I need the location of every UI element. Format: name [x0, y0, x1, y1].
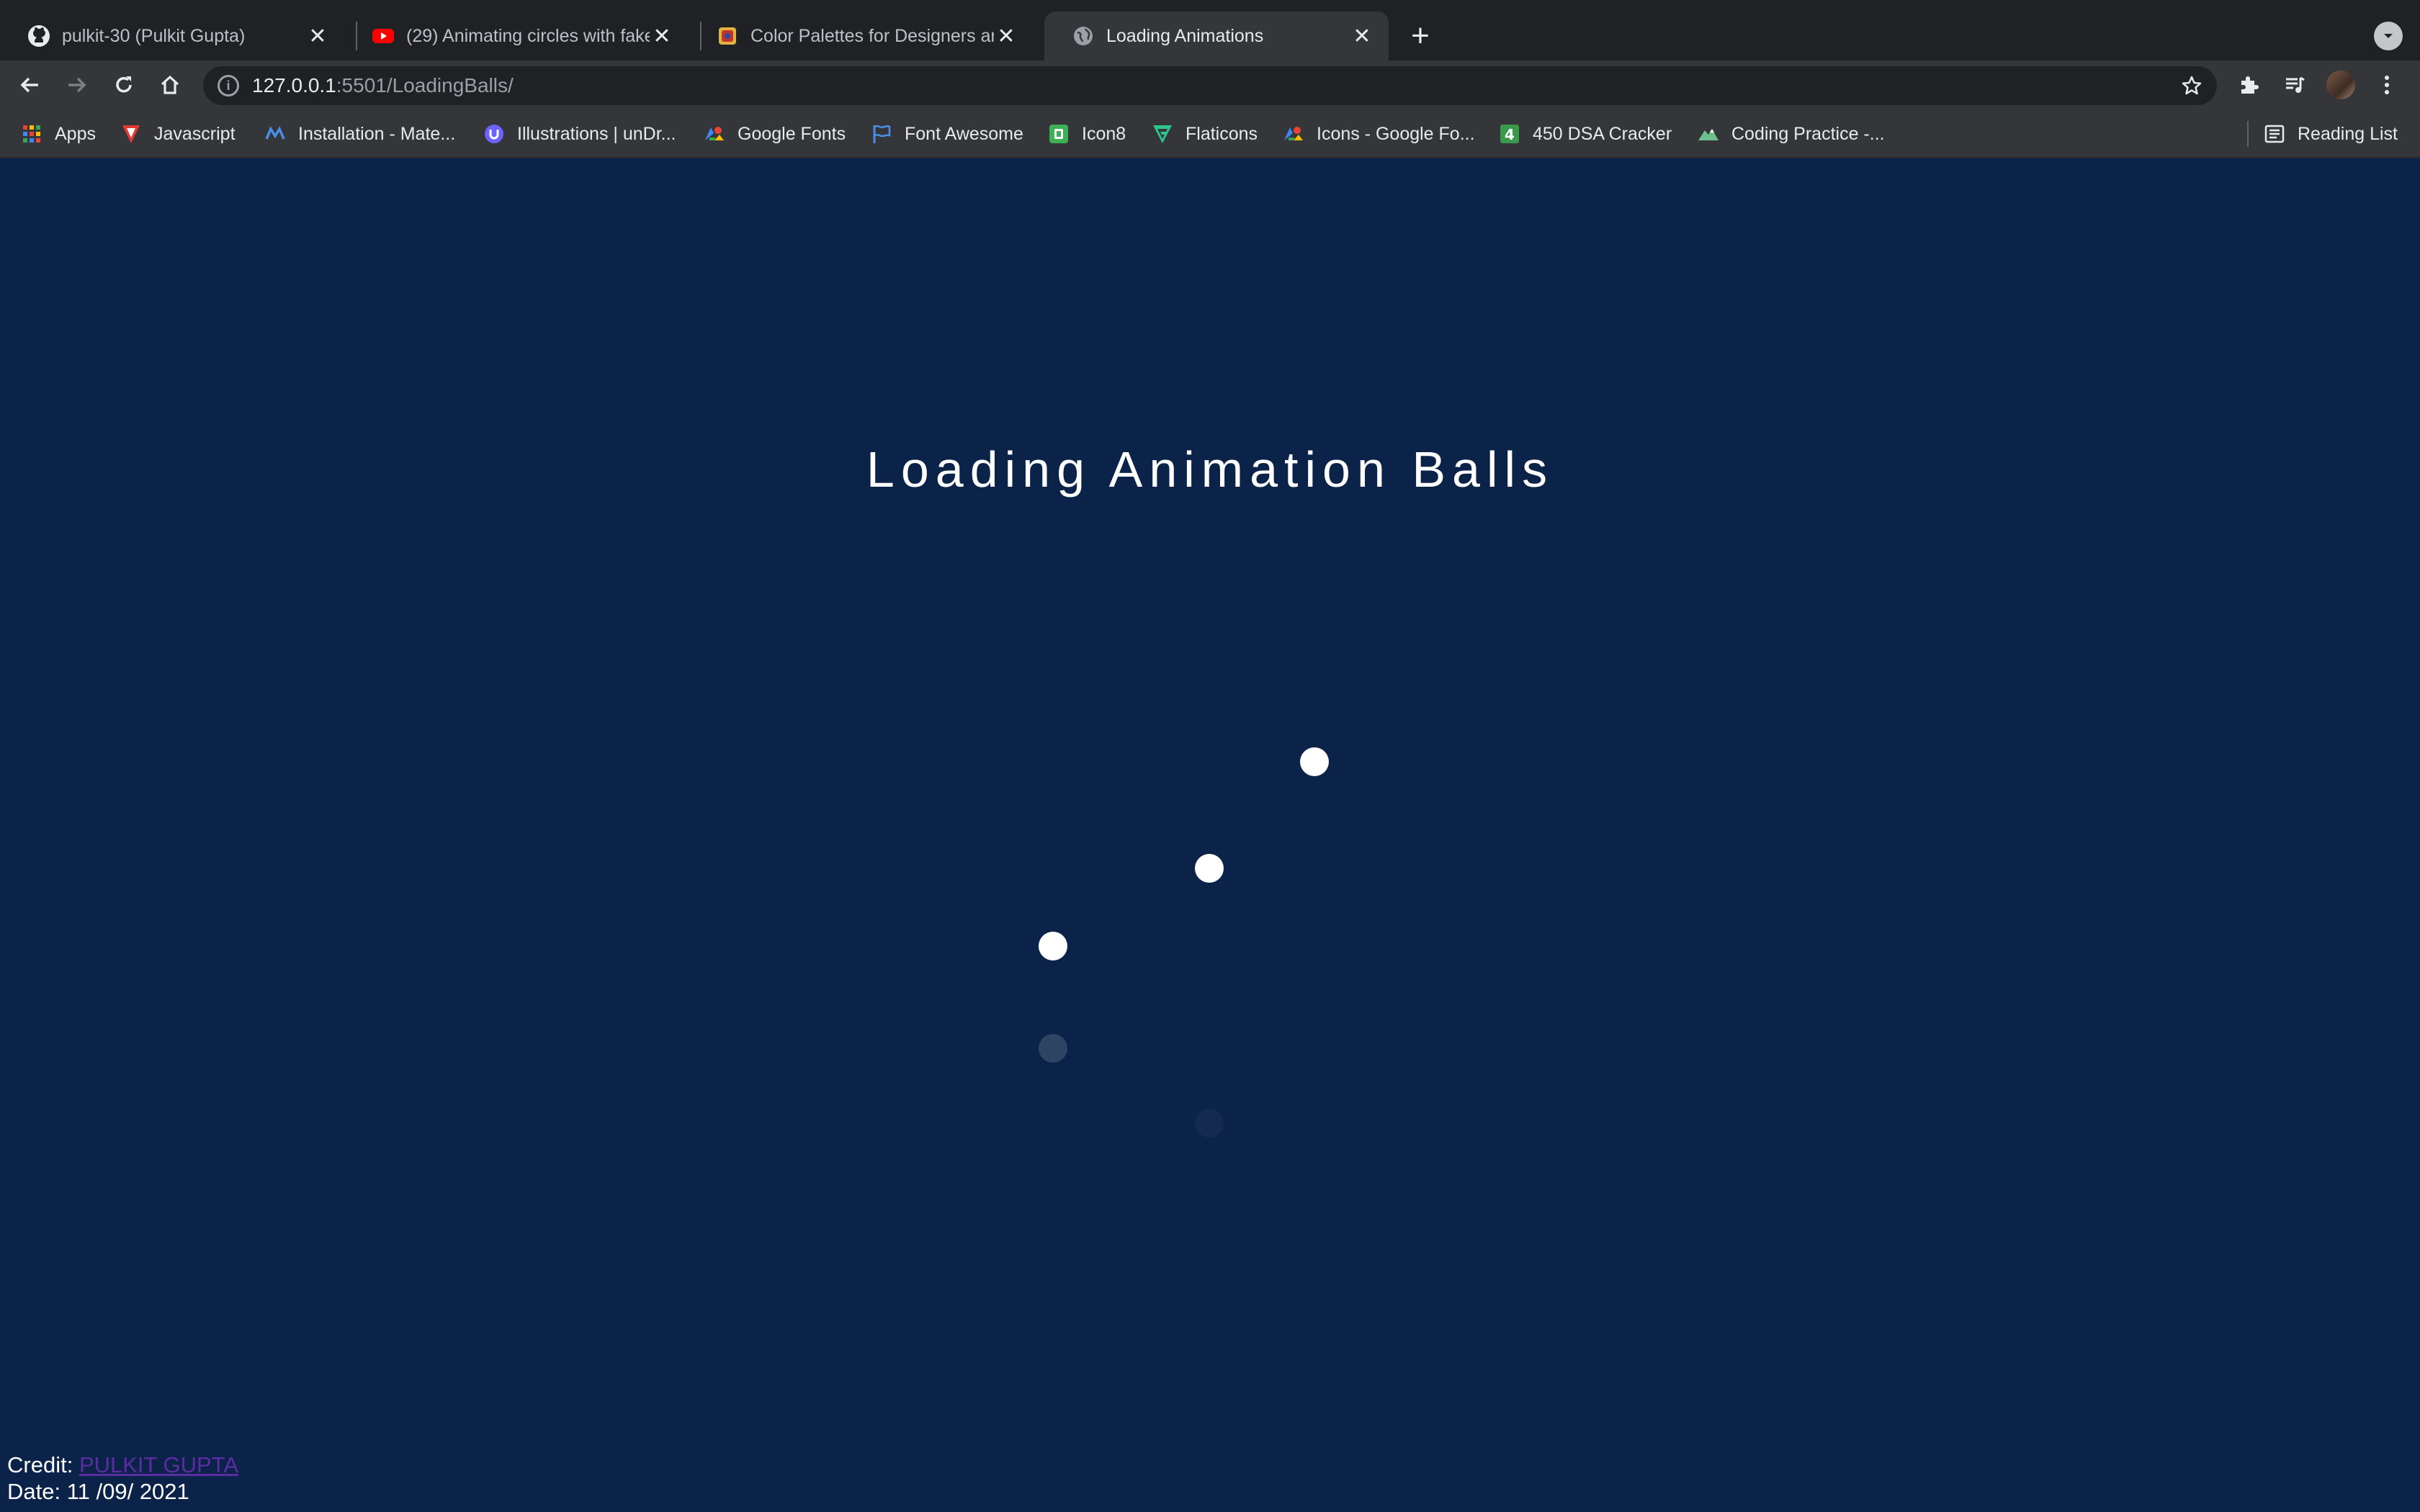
- palette-icon: [716, 24, 739, 48]
- close-icon[interactable]: ✕: [650, 24, 674, 48]
- bookmark-label: Flaticons: [1186, 123, 1258, 144]
- icon8-icon: [1047, 122, 1070, 145]
- browser-toolbar: i 127.0.0.1:5501/LoadingBalls/: [0, 60, 2420, 109]
- flaticon-icon: [1151, 122, 1174, 145]
- coding-practice-icon: [1697, 122, 1720, 145]
- bookmarks-bar: Apps Javascript Installation - Mate... I…: [0, 109, 2420, 158]
- browser-menu-button[interactable]: [2368, 66, 2406, 104]
- reload-icon: [116, 76, 132, 93]
- avatar: [2326, 71, 2355, 99]
- url-path: :5501/LoadingBalls/: [336, 74, 514, 96]
- bookmark-label: Coding Practice -...: [1731, 123, 1885, 144]
- url-host: 127.0.0.1: [252, 74, 336, 96]
- arrow-right-icon: [68, 77, 86, 93]
- bookmark-label: Google Fonts: [738, 123, 846, 144]
- loading-ball: [1039, 932, 1067, 960]
- bookmark-icon8[interactable]: Icon8: [1047, 120, 1126, 148]
- bookmark-font-awesome[interactable]: Font Awesome: [870, 120, 1023, 148]
- forward-button[interactable]: [58, 66, 95, 104]
- arrow-left-icon: [20, 77, 38, 93]
- bookmark-javascript[interactable]: Javascript: [120, 120, 236, 148]
- bookmark-label: Icons - Google Fo...: [1317, 123, 1475, 144]
- profile-button[interactable]: [2322, 66, 2360, 104]
- github-icon: [27, 24, 50, 48]
- credit-line: Credit: PULKIT GUPTA: [7, 1452, 238, 1478]
- tab-title: pulkit-30 (Pulkit Gupta): [62, 25, 246, 46]
- bookmark-star-icon[interactable]: [2179, 73, 2204, 98]
- close-icon[interactable]: ✕: [305, 24, 330, 48]
- reading-list-icon: [2263, 122, 2286, 145]
- bookmark-google-fonts[interactable]: Google Fonts: [703, 120, 846, 148]
- loading-ball: [1039, 1034, 1067, 1063]
- tab-strip: pulkit-30 (Pulkit Gupta) ✕ (29) Animatin…: [0, 0, 2420, 60]
- tab-loading-animations[interactable]: Loading Animations ✕: [1044, 12, 1389, 60]
- dsa-cracker-icon: 4: [1498, 122, 1521, 145]
- bookmark-apps[interactable]: Apps: [20, 120, 96, 148]
- home-icon: [161, 75, 179, 94]
- reading-list-label: Reading List: [2298, 123, 2398, 144]
- javascript-icon: [120, 122, 143, 145]
- home-button[interactable]: [151, 66, 189, 104]
- tab-title: (29) Animating circles with fake: [406, 25, 650, 46]
- playlist-music-icon: [2286, 76, 2305, 93]
- date-line: Date: 11 /09/ 2021: [7, 1479, 189, 1504]
- close-icon[interactable]: ✕: [1350, 24, 1374, 48]
- loading-ball: [1300, 747, 1329, 776]
- bookmark-label: Illustrations | unDr...: [517, 123, 676, 144]
- google-fonts-icon: [703, 122, 726, 145]
- back-button[interactable]: [12, 66, 49, 104]
- page-content: Loading Animation Balls Credit: PULKIT G…: [0, 158, 2420, 1512]
- url-text: 127.0.0.1:5501/LoadingBalls/: [252, 74, 514, 97]
- svg-text:4: 4: [1505, 126, 1515, 143]
- credit-block: Credit: PULKIT GUPTA Date: 11 /09/ 2021: [7, 1452, 238, 1505]
- tab-search-button[interactable]: [2374, 22, 2403, 50]
- loading-ball: [1195, 1109, 1224, 1138]
- extensions-button[interactable]: [2230, 66, 2267, 104]
- address-bar[interactable]: i 127.0.0.1:5501/LoadingBalls/: [203, 66, 2217, 105]
- tab-title: Color Palettes for Designers and: [750, 25, 994, 46]
- bookmark-label: Installation - Mate...: [298, 123, 456, 144]
- bookmark-flaticons[interactable]: Flaticons: [1151, 120, 1258, 148]
- chevron-down-icon: [2384, 34, 2393, 38]
- page-title: Loading Animation Balls: [866, 441, 1554, 498]
- media-control-button[interactable]: [2276, 66, 2313, 104]
- bookmark-label: Icon8: [1082, 123, 1126, 144]
- new-tab-button[interactable]: +: [1403, 18, 1438, 53]
- credit-label: Credit:: [7, 1452, 73, 1477]
- bookmark-label: Javascript: [154, 123, 236, 144]
- globe-icon: [1072, 24, 1095, 48]
- youtube-icon: [372, 24, 395, 48]
- tab-github[interactable]: pulkit-30 (Pulkit Gupta) ✕: [0, 12, 344, 60]
- bookmark-label: Apps: [55, 123, 96, 144]
- close-icon[interactable]: ✕: [994, 24, 1018, 48]
- material-icon: [264, 122, 287, 145]
- bookmark-installation-material[interactable]: Installation - Mate...: [264, 120, 455, 148]
- bookmark-label: 450 DSA Cracker: [1533, 123, 1672, 144]
- bookmark-label: Font Awesome: [905, 123, 1023, 144]
- puzzle-piece-icon: [2241, 76, 2259, 94]
- info-icon[interactable]: i: [218, 75, 239, 96]
- bookmark-icons-google-fonts[interactable]: Icons - Google Fo...: [1282, 120, 1475, 148]
- font-awesome-icon: [870, 122, 893, 145]
- bookmarks-separator: [2247, 121, 2249, 147]
- bookmark-illustrations-undraw[interactable]: Illustrations | unDr...: [483, 120, 676, 148]
- kebab-menu-icon: [2385, 76, 2389, 94]
- loading-ball: [1195, 854, 1224, 883]
- tab-color-palettes[interactable]: Color Palettes for Designers and ✕: [689, 12, 1033, 60]
- reload-button[interactable]: [105, 66, 143, 104]
- reading-list-button[interactable]: Reading List: [2263, 120, 2398, 148]
- bookmark-coding-practice[interactable]: Coding Practice -...: [1697, 120, 1885, 148]
- apps-grid-icon: [20, 122, 43, 145]
- undraw-icon: [483, 122, 506, 145]
- bookmark-450-dsa-cracker[interactable]: 4 450 DSA Cracker: [1498, 120, 1672, 148]
- tab-title: Loading Animations: [1106, 25, 1264, 46]
- tab-youtube[interactable]: (29) Animating circles with fake ✕: [344, 12, 689, 60]
- credit-link[interactable]: PULKIT GUPTA: [79, 1452, 238, 1477]
- google-fonts-icon: [1282, 122, 1305, 145]
